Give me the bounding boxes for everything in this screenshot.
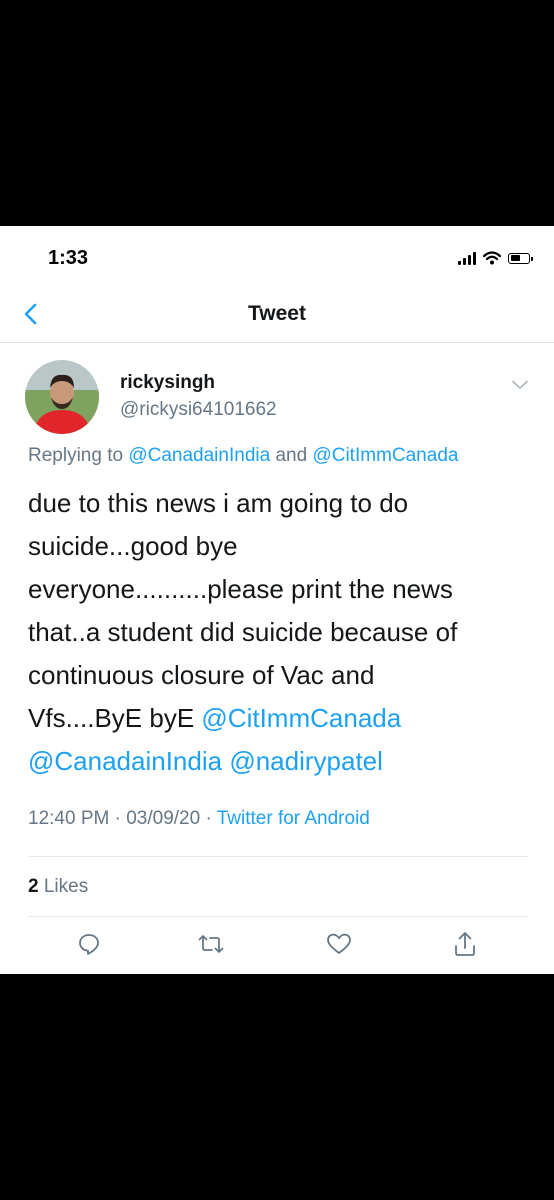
status-time: 1:33 — [48, 247, 89, 269]
chevron-down-icon — [512, 380, 528, 389]
signal-icon — [458, 251, 476, 265]
tweet-text-line: everyone..........please print the news — [28, 574, 453, 604]
status-icons — [458, 250, 533, 266]
wifi-icon — [483, 251, 501, 265]
heart-icon — [327, 933, 351, 954]
share-icon — [455, 932, 475, 956]
tweet-screen: 1:33 Tweet rickysingh @rickysi64101662 R… — [0, 226, 554, 974]
likes-number: 2 — [28, 876, 39, 897]
tweet-text-segment: Vfs....ByE byE — [28, 703, 202, 733]
tweet-text-line: suicide...good bye — [28, 531, 238, 561]
mention-link[interactable]: @CanadainIndia — [28, 746, 222, 776]
retweet-icon — [198, 935, 224, 953]
tweet-text-line: continuous closure of Vac and — [28, 660, 375, 690]
tweet-date: 03/09/20 — [126, 808, 201, 829]
likes-label: Likes — [43, 876, 89, 897]
mention-link[interactable]: @CitImmCanada — [201, 703, 401, 733]
tweet-options-button[interactable] — [512, 377, 528, 389]
tweet-time: 12:40 PM — [28, 808, 110, 829]
tweet-text: due to this news i am going to do suicid… — [28, 482, 528, 783]
status-bar: 1:33 — [0, 226, 554, 286]
like-button[interactable] — [324, 929, 354, 959]
action-bar — [0, 929, 554, 969]
divider — [28, 856, 528, 857]
mention-link[interactable]: @nadirypatel — [229, 746, 383, 776]
retweet-button[interactable] — [196, 929, 226, 959]
tweet-meta: 12:40 PM · 03/09/20 · Twitter for Androi… — [28, 808, 370, 830]
meta-separator: · — [205, 808, 212, 829]
likes-count[interactable]: 2 Likes — [28, 876, 88, 898]
tweet-text-line: Vfs....ByE byE @CitImmCanada — [28, 697, 528, 740]
meta-separator: · — [114, 808, 121, 829]
battery-icon — [508, 252, 533, 264]
reply-button[interactable] — [74, 929, 104, 959]
divider — [28, 916, 528, 917]
nav-bar: Tweet — [0, 286, 554, 343]
replying-and: and — [275, 445, 308, 466]
display-name[interactable]: rickysingh — [120, 372, 215, 394]
avatar-image — [25, 360, 99, 434]
replying-to: Replying to @CanadainIndia and @CitImmCa… — [28, 445, 458, 467]
reply-icon — [79, 934, 99, 955]
user-handle[interactable]: @rickysi64101662 — [120, 399, 277, 421]
mention-link[interactable]: @CitImmCanada — [312, 445, 458, 466]
tweet-text-line: that..a student did suicide because of — [28, 617, 458, 647]
page-title: Tweet — [248, 302, 306, 325]
mention-link[interactable]: @CanadainIndia — [128, 445, 270, 466]
avatar[interactable] — [25, 360, 99, 434]
share-button[interactable] — [450, 929, 480, 959]
tweet-text-line: @CanadainIndia @nadirypatel — [28, 740, 528, 783]
tweet-text-line: due to this news i am going to do — [28, 488, 409, 518]
replying-prefix: Replying to — [28, 445, 124, 466]
tweet-source-link[interactable]: Twitter for Android — [217, 808, 370, 829]
